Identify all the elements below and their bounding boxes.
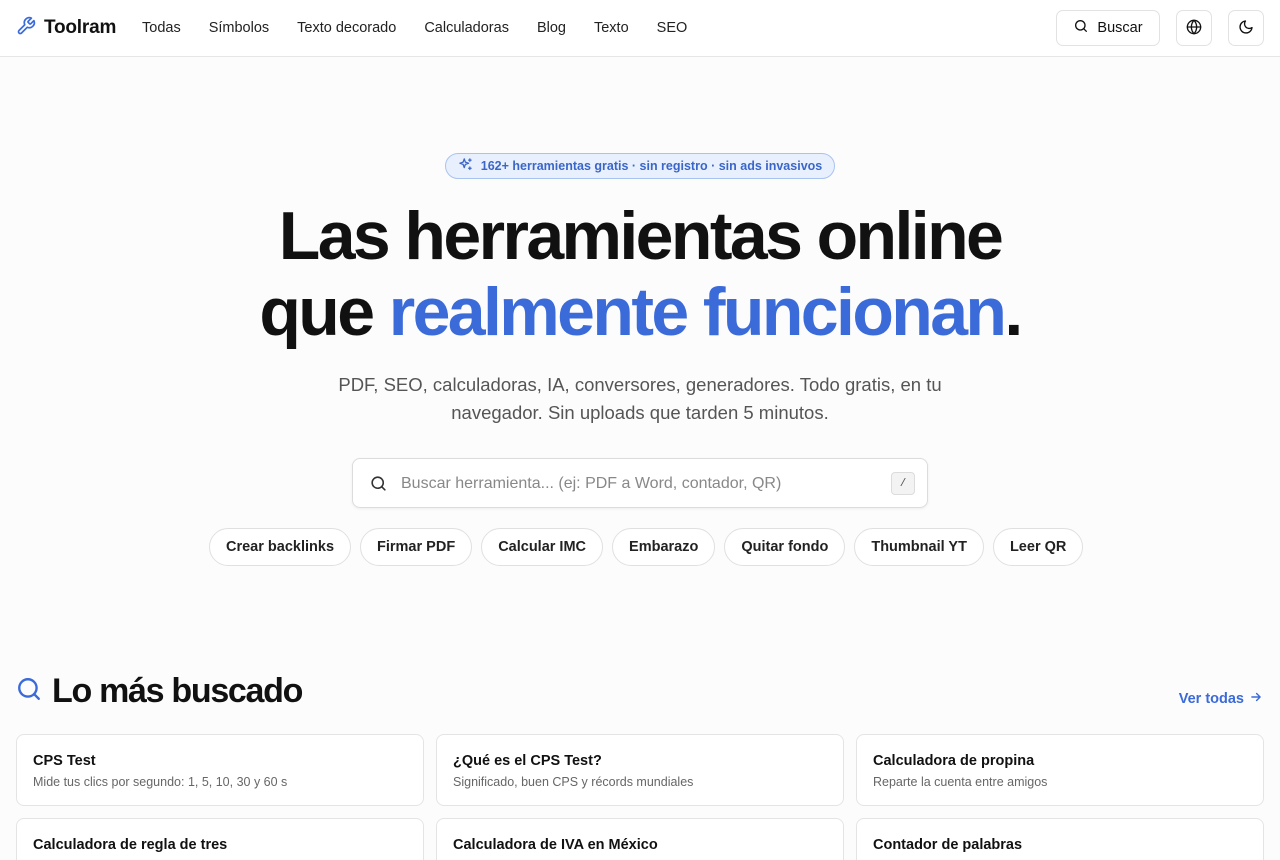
popular-section-title: Lo más buscado (52, 672, 303, 710)
quick-link-embarazo[interactable]: Embarazo (612, 528, 716, 566)
tool-card[interactable]: CPS Test Mide tus clics por segundo: 1, … (16, 734, 424, 806)
hero-title-line2-end: . (1004, 274, 1023, 350)
tool-card-title: CPS Test (33, 753, 96, 769)
tool-card[interactable]: Contador de palabras (856, 818, 1264, 860)
theme-toggle-button[interactable] (1228, 10, 1264, 46)
quick-link-leer-qr[interactable]: Leer QR (992, 528, 1084, 566)
tool-card-title: Contador de palabras (873, 837, 1023, 853)
search-shortcut-key: / (891, 472, 915, 495)
wrench-icon (16, 16, 36, 41)
tool-card[interactable]: Calculadora de IVA en México (436, 818, 844, 860)
nav-link-seo[interactable]: SEO (643, 18, 702, 38)
tool-card-title: Calculadora de propina (873, 753, 1035, 769)
sparkles-icon (458, 157, 473, 175)
hero-title-line1: Las herramientas online (278, 198, 1004, 274)
hero-title-line2-start: que (259, 274, 389, 350)
tool-card-description: Mide tus clics por segundo: 1, 5, 10, 30… (33, 775, 288, 789)
popular-tools-grid: CPS Test Mide tus clics por segundo: 1, … (16, 734, 1264, 860)
nav-link-simbolos[interactable]: Símbolos (195, 18, 283, 38)
tool-card-title: Calculadora de regla de tres (33, 837, 228, 853)
nav-link-texto[interactable]: Texto (580, 18, 643, 38)
hero-title: Las herramientas online que realmente fu… (0, 198, 1280, 350)
quick-link-firmar-pdf[interactable]: Firmar PDF (360, 528, 473, 566)
main-nav: Todas Símbolos Texto decorado Calculador… (128, 18, 701, 38)
quick-link-thumbnail-yt[interactable]: Thumbnail YT (854, 528, 984, 566)
quick-link-calcular-imc[interactable]: Calcular IMC (481, 528, 604, 566)
hero-badge-text: 162+ herramientas gratis · sin registro … (480, 159, 823, 173)
search-button[interactable]: Buscar (1056, 10, 1160, 46)
tool-search-input[interactable] (401, 471, 881, 497)
brand-logo[interactable]: Toolram (16, 16, 116, 40)
tool-card-description: Reparte la cuenta entre amigos (873, 775, 1048, 789)
hero-badge: 162+ herramientas gratis · sin registro … (445, 153, 835, 179)
language-button[interactable] (1176, 10, 1212, 46)
nav-link-texto-decorado[interactable]: Texto decorado (283, 18, 410, 38)
brand-name: Toolram (44, 17, 117, 38)
arrow-right-icon (1249, 690, 1263, 708)
quick-link-quitar-fondo[interactable]: Quitar fondo (724, 528, 846, 566)
see-all-link[interactable]: Ver todas (1179, 690, 1263, 708)
tool-card-title: Calculadora de IVA en México (453, 837, 658, 853)
nav-link-blog[interactable]: Blog (523, 18, 580, 38)
hero-subtitle: PDF, SEO, calculadoras, IA, conversores,… (338, 374, 942, 423)
tool-card-title: ¿Qué es el CPS Test? (453, 753, 602, 769)
tool-card[interactable]: ¿Qué es el CPS Test? Significado, buen C… (436, 734, 844, 806)
tool-card[interactable]: Calculadora de propina Reparte la cuenta… (856, 734, 1264, 806)
tool-card-description: Significado, buen CPS y récords mundiale… (453, 775, 694, 789)
tool-card[interactable]: Calculadora de regla de tres (16, 818, 424, 860)
top-navbar: Toolram Todas Símbolos Texto decorado Ca… (0, 0, 1280, 57)
globe-icon (1186, 18, 1202, 38)
search-icon (16, 676, 42, 707)
tool-search-box: / (352, 458, 928, 508)
quick-link-crear-backlinks[interactable]: Crear backlinks (209, 528, 352, 566)
see-all-label: Ver todas (1178, 691, 1244, 707)
hero-title-accent: realmente funcionan (388, 274, 1007, 350)
search-icon (369, 474, 388, 493)
quick-links: Crear backlinks Firmar PDF Calcular IMC … (209, 528, 1084, 566)
search-button-label: Buscar (1097, 20, 1143, 36)
popular-section-header: Lo más buscado (16, 672, 303, 711)
search-icon (1073, 18, 1089, 38)
moon-icon (1238, 19, 1254, 38)
nav-link-todas[interactable]: Todas (128, 18, 195, 38)
nav-link-calculadoras[interactable]: Calculadoras (410, 18, 523, 38)
